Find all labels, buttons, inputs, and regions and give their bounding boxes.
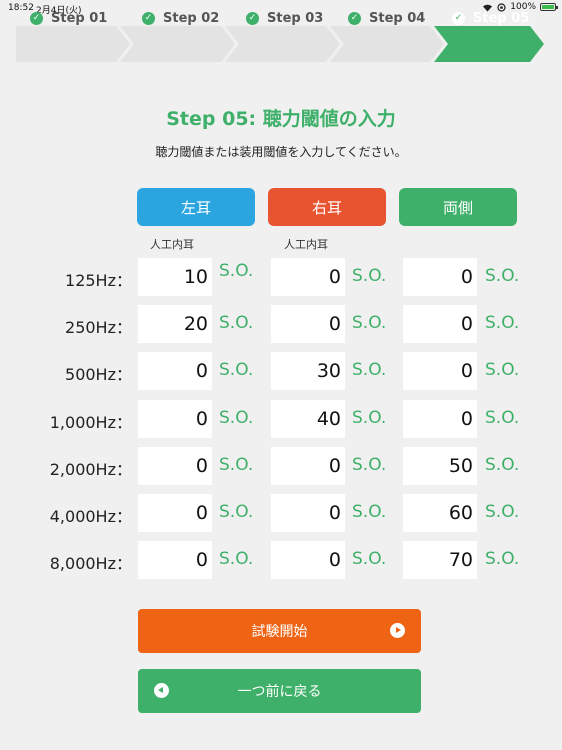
left-threshold-input[interactable]: 0 [138, 400, 212, 438]
frequency-label: 125Hz： [65, 271, 132, 290]
start-test-label: 試験開始 [251, 624, 308, 640]
check-circle-icon: ✓ [348, 11, 361, 25]
step-04-label: Step 04 [369, 10, 426, 26]
right-threshold-input[interactable]: 0 [271, 305, 345, 343]
both-threshold-input[interactable]: 0 [403, 305, 477, 343]
right-so-toggle[interactable]: S.O. [352, 502, 386, 522]
left-so-toggle[interactable]: S.O. [219, 360, 253, 380]
frequency-label: 250Hz： [65, 318, 132, 337]
both-threshold-input[interactable]: 0 [403, 352, 477, 390]
battery-icon [540, 3, 558, 11]
step-01[interactable]: ✓ Step 01 [30, 0, 107, 36]
page-subtitle: 聴力閾値または装用閾値を入力してください。 [155, 145, 407, 159]
left-threshold-input[interactable]: 0 [138, 352, 212, 390]
both-so-toggle[interactable]: S.O. [485, 502, 519, 522]
right-threshold-input[interactable]: 30 [271, 352, 345, 390]
step-03[interactable]: ✓ Step 03 [246, 0, 323, 36]
left-so-toggle[interactable]: S.O. [219, 313, 253, 333]
both-threshold-input[interactable]: 60 [403, 494, 477, 532]
page-title: Step 05: 聴力閾値の入力 [166, 108, 396, 130]
check-circle-icon: ✓ [30, 11, 43, 25]
right-so-toggle[interactable]: S.O. [352, 360, 386, 380]
right-so-toggle[interactable]: S.O. [352, 313, 386, 333]
right-threshold-input[interactable]: 0 [271, 541, 345, 579]
right-threshold-input[interactable]: 0 [271, 258, 345, 296]
right-so-toggle[interactable]: S.O. [352, 266, 386, 286]
both-ears-button[interactable]: 両側 [399, 188, 517, 226]
start-test-button[interactable]: 試験開始 [138, 609, 421, 653]
both-threshold-input[interactable]: 0 [403, 400, 477, 438]
both-so-toggle[interactable]: S.O. [485, 313, 519, 333]
both-threshold-input[interactable]: 50 [403, 447, 477, 485]
both-threshold-input[interactable]: 0 [403, 258, 477, 296]
both-so-toggle[interactable]: S.O. [485, 408, 519, 428]
step-01-label: Step 01 [51, 10, 108, 26]
right-cochlear-implant-label: 人工内耳 [284, 238, 328, 251]
frequency-label: 1,000Hz： [49, 413, 132, 432]
right-ear-button[interactable]: 右耳 [268, 188, 386, 226]
both-so-toggle[interactable]: S.O. [485, 549, 519, 569]
left-so-toggle[interactable]: S.O. [219, 408, 253, 428]
step-05[interactable]: ✓ Step 05 [452, 0, 529, 36]
step-02-label: Step 02 [163, 10, 220, 26]
right-so-toggle[interactable]: S.O. [352, 408, 386, 428]
left-threshold-input[interactable]: 10 [138, 258, 212, 296]
play-circle-icon [390, 623, 405, 638]
frequency-label: 4,000Hz： [49, 507, 132, 526]
step-03-label: Step 03 [267, 10, 324, 26]
left-so-toggle[interactable]: S.O. [219, 261, 253, 281]
left-threshold-input[interactable]: 0 [138, 447, 212, 485]
left-threshold-input[interactable]: 20 [138, 305, 212, 343]
check-circle-icon: ✓ [142, 11, 155, 25]
left-so-toggle[interactable]: S.O. [219, 502, 253, 522]
frequency-label: 500Hz： [65, 365, 132, 384]
frequency-label: 8,000Hz： [49, 554, 132, 573]
left-threshold-input[interactable]: 0 [138, 541, 212, 579]
back-button[interactable]: 一つ前に戻る [138, 669, 421, 713]
frequency-label: 2,000Hz： [49, 460, 132, 479]
back-circle-icon [154, 683, 169, 698]
right-so-toggle[interactable]: S.O. [352, 455, 386, 475]
both-so-toggle[interactable]: S.O. [485, 360, 519, 380]
check-circle-icon: ✓ [246, 11, 259, 25]
both-so-toggle[interactable]: S.O. [485, 455, 519, 475]
left-cochlear-implant-label: 人工内耳 [150, 238, 194, 251]
left-ear-button[interactable]: 左耳 [137, 188, 255, 226]
right-so-toggle[interactable]: S.O. [352, 549, 386, 569]
right-threshold-input[interactable]: 0 [271, 494, 345, 532]
left-threshold-input[interactable]: 0 [138, 494, 212, 532]
both-so-toggle[interactable]: S.O. [485, 266, 519, 286]
step-04[interactable]: ✓ Step 04 [348, 0, 425, 36]
left-so-toggle[interactable]: S.O. [219, 549, 253, 569]
step-02[interactable]: ✓ Step 02 [142, 0, 219, 36]
right-threshold-input[interactable]: 40 [271, 400, 345, 438]
both-threshold-input[interactable]: 70 [403, 541, 477, 579]
right-threshold-input[interactable]: 0 [271, 447, 345, 485]
back-label: 一つ前に戻る [237, 684, 322, 700]
check-circle-icon: ✓ [452, 11, 465, 25]
left-so-toggle[interactable]: S.O. [219, 455, 253, 475]
step-05-label: Step 05 [473, 10, 530, 26]
